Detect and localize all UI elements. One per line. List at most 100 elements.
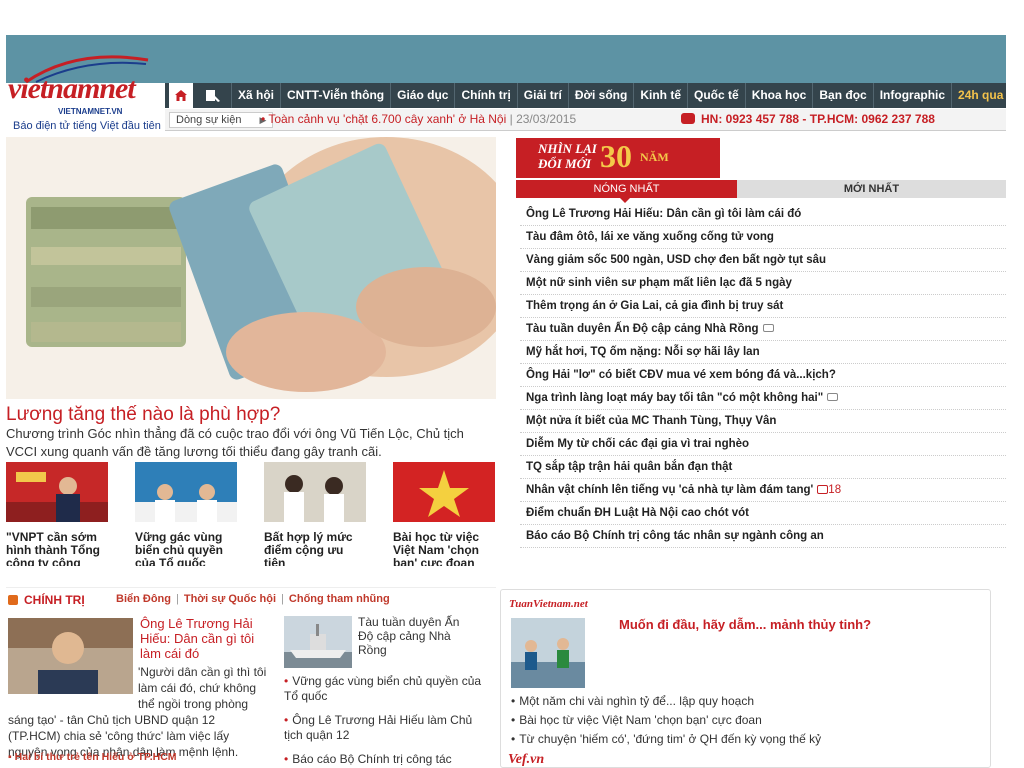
thumb-item[interactable]: Bất hợp lý mức điểm cộng ưu tiên — [264, 462, 366, 566]
hero-description: Chương trình Góc nhìn thẳng đã có cuộc t… — [6, 426, 464, 459]
nav-item[interactable]: Infographic — [872, 83, 951, 108]
list-item[interactable]: • Báo cáo Bộ Chính trị công tác — [284, 752, 484, 767]
news-tabs: NÓNG NHẤT MỚI NHẤT — [516, 180, 1006, 203]
sublink-bien-dong[interactable]: Biển Đông — [116, 593, 171, 605]
nav-item[interactable]: Kinh tế — [633, 83, 687, 108]
thumb-caption: Bất hợp lý mức điểm cộng ưu tiên — [264, 531, 353, 566]
list-item-label: Một năm chi vài nghìn tỷ để... lập quy h… — [519, 694, 755, 708]
list-item-label: Báo cáo Bộ Chính trị công tác — [292, 752, 452, 766]
hotline: HN: 0923 457 788 - TP.HCM: 0962 237 788 — [681, 112, 935, 126]
hot-list-item[interactable]: Nhân vật chính lên tiếng vụ 'cả nhà tự l… — [520, 479, 1006, 502]
thumb-row: "VNPT cần sớm hình thành Tổng công ty cô… — [6, 462, 498, 566]
tab-newest[interactable]: MỚI NHẤT — [737, 180, 1006, 198]
nav-item[interactable]: Bạn đọc — [812, 83, 872, 108]
hot-list-item[interactable]: Vàng giảm sốc 500 ngàn, USD chợ đen bất … — [520, 249, 1006, 272]
nav-item[interactable]: Giải trí — [516, 83, 568, 108]
nav-edit-button[interactable] — [201, 83, 225, 108]
thumb-item[interactable]: Vững gác vùng biển chủ quyền của Tổ quốc — [135, 462, 237, 566]
hot-list-title: Tàu đâm ôtô, lái xe văng xuống cống tử v… — [526, 231, 774, 243]
hot-list-item[interactable]: Tàu đâm ôtô, lái xe văng xuống cống tử v… — [520, 226, 1006, 249]
hottest-list: Ông Lê Trương Hải Hiếu: Dân cần gì tôi l… — [520, 203, 1006, 548]
banner-line1: NHÌN LẠI — [538, 141, 597, 156]
home-button[interactable] — [169, 83, 193, 108]
hot-list-item[interactable]: Thêm trọng án ở Gia Lai, cả gia đình bị … — [520, 295, 1006, 318]
hot-list-item[interactable]: Diễm My từ chối các đại gia vì trai nghè… — [520, 433, 1006, 456]
tuanvietnam-image[interactable] — [511, 618, 585, 688]
section-main-desc-wrap: 'Người dân cần gì thì tôi làm cái đó, ch… — [8, 664, 270, 760]
hot-list-title: Diễm My từ chối các đại gia vì trai nghè… — [526, 438, 750, 450]
hot-list-item[interactable]: TQ sắp tập trận hải quân bắn đạn thật — [520, 456, 1006, 479]
section-related-label: Hai bí thư trẻ tên Hiếu ở TP.HCM — [14, 751, 177, 763]
site-logo[interactable]: vietnamnet VIETNAMNET.VN Báo điện tử tiế… — [6, 55, 161, 134]
ship-photo — [284, 616, 352, 668]
hotline-text: HN: 0923 457 788 - TP.HCM: 0962 237 788 — [701, 112, 935, 126]
camera-icon — [762, 324, 774, 332]
section-politics: CHÍNH TRỊ Biển Đông | Thời sự Quốc hội | Chố… — [6, 587, 496, 768]
nav-item[interactable]: Giáo dục — [390, 83, 454, 108]
list-item-label: Bài học từ việc Việt Nam 'chọn bạn' cực … — [519, 713, 762, 727]
sublink-quoc-hoi[interactable]: Thời sự Quốc hội — [184, 593, 276, 605]
section-heading-label: CHÍNH TRỊ — [24, 593, 85, 607]
thumb-image — [393, 462, 495, 522]
hot-list-item[interactable]: Điểm chuẩn ĐH Luật Hà Nội cao chót vót — [520, 502, 1006, 525]
tuanvietnam-box: TuanVietnam.net Muốn đi đầu, hãy dẫm... … — [500, 589, 991, 768]
thumb-caption: Bài học từ việc Việt Nam 'chọn bạn' cực … — [393, 531, 480, 566]
home-icon — [175, 90, 187, 101]
section-related-link[interactable]: ▪ Hai bí thư trẻ tên Hiếu ở TP.HCM — [8, 751, 177, 763]
list-item[interactable]: • Bài học từ việc Việt Nam 'chọn bạn' cực… — [511, 711, 981, 730]
nav-item-24h[interactable]: 24h qua — [951, 83, 1009, 108]
list-item[interactable]: • Vững gác vùng biển chủ quyền của Tổ quố… — [284, 674, 484, 704]
list-item-label: Ông Lê Trương Hải Hiếu làm Chủ tịch quận… — [284, 713, 473, 742]
event-dropdown[interactable]: Dòng sự kiện ▶ — [169, 112, 274, 128]
hot-list-item[interactable]: Ông Lê Trương Hải Hiếu: Dân cần gì tôi l… — [520, 203, 1006, 226]
vef-logo[interactable]: Vef.vn — [508, 752, 544, 768]
nav-item[interactable]: Chính trị — [454, 83, 516, 108]
list-item[interactable]: • Một năm chi vài nghìn tỷ để... lập quy … — [511, 692, 981, 711]
event-dropdown-label: Dòng sự kiện — [176, 114, 242, 126]
thumb-image — [135, 462, 237, 522]
hot-list-item[interactable]: Ông Hải "lơ" có biết CĐV mua vé xem bóng… — [520, 364, 1006, 387]
section-side-title-text: Tàu tuần duyên Ấn Độ cập cảng Nhà Rồng — [358, 615, 460, 657]
thumb-item[interactable]: "VNPT cần sớm hình thành Tổng công ty cô… — [6, 462, 108, 566]
hot-list-title: Nga trình làng loạt máy bay tối tân "có … — [526, 392, 824, 404]
tab-hottest[interactable]: NÓNG NHẤT — [516, 180, 737, 203]
section-side-image[interactable] — [284, 616, 352, 668]
edit-page-icon — [206, 89, 220, 102]
hero-image[interactable] — [6, 137, 496, 399]
banner-unit: NĂM — [640, 150, 669, 164]
hero-title[interactable]: Lương tăng thế nào là phù hợp? — [6, 404, 280, 426]
hot-list-title: Một nửa ít biết của MC Thanh Tùng, Thụy … — [526, 415, 777, 427]
promo-banner-30-years[interactable]: NHÌN LẠI ĐỔI MỚI 30 NĂM — [516, 138, 720, 178]
thumb-item[interactable]: Bài học từ việc Việt Nam 'chọn bạn' cực … — [393, 462, 495, 566]
nav-items: Xã hội CNTT-Viễn thông Giáo dục Chính trị Gi… — [231, 83, 1009, 108]
nav-item[interactable]: Xã hội — [231, 83, 280, 108]
hot-list-item[interactable]: Nga trình làng loạt máy bay tối tân "có … — [520, 387, 1006, 410]
hot-list-item[interactable]: Báo cáo Bộ Chính trị công tác nhân sự ng… — [520, 525, 1006, 548]
rss-icon[interactable] — [8, 595, 18, 605]
section-main-title[interactable]: Ông Lê Trương Hải Hiếu: Dân cần gì tôi l… — [140, 616, 270, 661]
hot-list-item[interactable]: Một nữ sinh viên sư phạm mất liên lạc đã… — [520, 272, 1006, 295]
sublink-tham-nhung[interactable]: Chống tham nhũng — [289, 593, 390, 605]
tab-hottest-label: NÓNG NHẤT — [593, 183, 660, 195]
comment-count-value: 18 — [828, 484, 842, 496]
nav-item[interactable]: Khoa học — [744, 83, 813, 108]
list-item[interactable]: • Ông Lê Trương Hải Hiếu làm Chủ tịch quậ… — [284, 713, 484, 743]
hot-list-item[interactable]: Mỹ hắt hơi, TQ ốm nặng: Nỗi sợ hãi lây l… — [520, 341, 1006, 364]
thumb-caption: "VNPT cần sớm hình thành Tổng công ty cô… — [6, 531, 100, 566]
hot-list-item[interactable]: Tàu tuần duyên Ấn Độ cập cảng Nhà Rồng — [520, 318, 1006, 341]
comment-count[interactable]: 18 — [817, 484, 841, 496]
nav-item[interactable]: Quốc tế — [687, 83, 745, 108]
site-tagline: Báo điện tử tiếng Việt đầu tiên — [13, 120, 161, 132]
tuanvietnam-logo[interactable]: TuanVietnam.net — [509, 598, 588, 610]
hot-list-title: Vàng giảm sốc 500 ngàn, USD chợ đen bất … — [526, 254, 827, 266]
nav-item[interactable]: Đời sống — [567, 83, 634, 108]
section-side-title[interactable]: Tàu tuần duyên Ấn Độ cập cảng Nhà Rồng — [358, 615, 478, 657]
section-side-list: • Vững gác vùng biển chủ quyền của Tổ quố… — [284, 674, 484, 768]
thumb-image — [6, 462, 108, 522]
section-heading[interactable]: CHÍNH TRỊ — [8, 593, 85, 607]
tuanvietnam-title[interactable]: Muốn đi đầu, hãy dẫm... mảnh thủy tinh? — [619, 617, 871, 632]
list-item[interactable]: • Từ chuyện 'hiếm có', 'đứng tim' ở QH đế… — [511, 730, 981, 749]
event-ticker[interactable]: • Toàn cảnh vụ 'chặt 6.700 cây xanh' ở H… — [261, 112, 576, 126]
nav-item[interactable]: CNTT-Viễn thông — [280, 83, 390, 108]
hot-list-item[interactable]: Một nửa ít biết của MC Thanh Tùng, Thụy … — [520, 410, 1006, 433]
